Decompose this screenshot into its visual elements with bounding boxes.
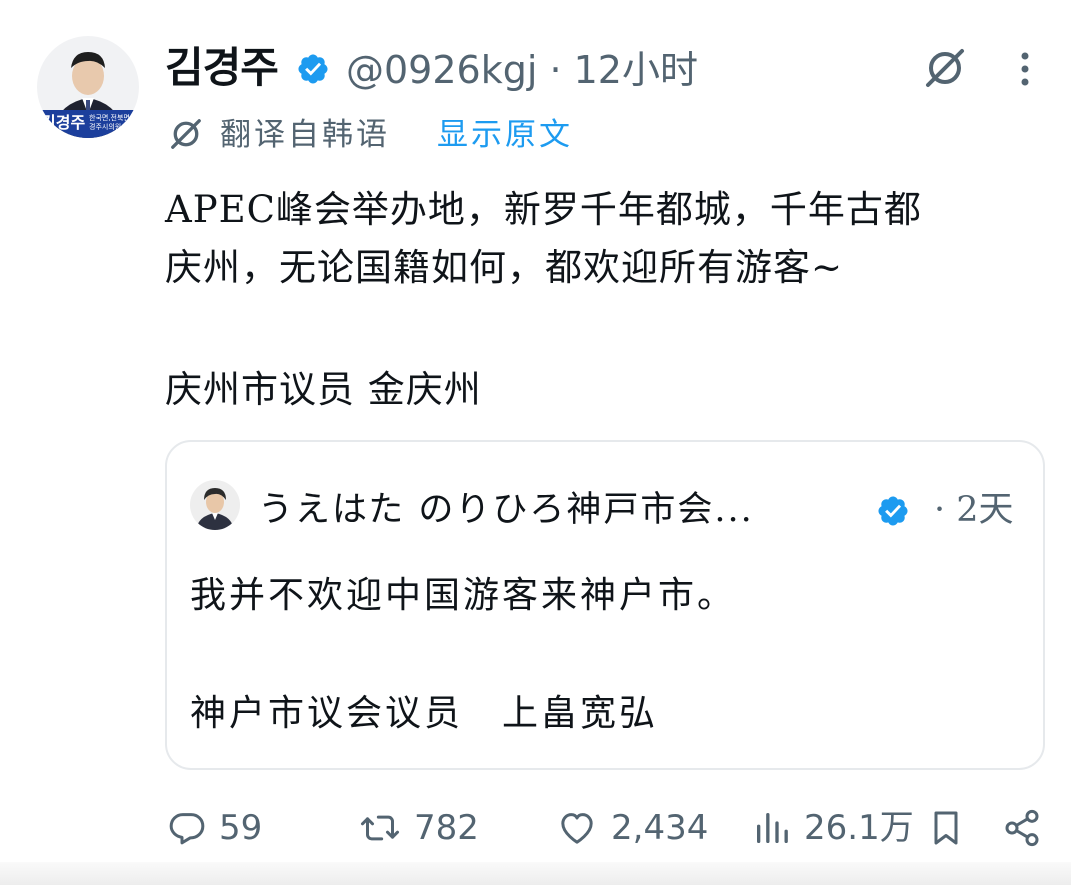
author-avatar[interactable]: 김경주 한국면,전북면 경주시의원: [37, 32, 139, 142]
grok-icon[interactable]: [922, 45, 968, 91]
bookmark-icon[interactable]: [926, 808, 966, 848]
reply-icon[interactable]: [167, 808, 207, 848]
like-count: 2,434: [611, 808, 709, 848]
tweet-signature: 庆州市议员 金庆州: [165, 368, 482, 411]
avatar-badge-subtext: 한국면,전북면 경주시의원: [89, 114, 130, 131]
author-name[interactable]: 김경주: [165, 38, 279, 98]
reply-count: 59: [219, 808, 263, 848]
translate-icon: [167, 115, 205, 153]
quoted-author-avatar[interactable]: [190, 480, 240, 530]
repost-icon[interactable]: [360, 808, 400, 848]
handle-and-time[interactable]: @0926kgj · 12小时: [346, 40, 698, 100]
verified-icon: [296, 52, 330, 86]
views-icon[interactable]: [752, 808, 792, 848]
share-icon[interactable]: [1002, 808, 1042, 848]
bottom-bar: [0, 862, 1071, 885]
quoted-text-line: 我并不欢迎中国游客来神户市。: [190, 575, 737, 616]
more-icon[interactable]: [1010, 48, 1040, 90]
quoted-signature: 神户市议会议员 上畠宽弘: [190, 693, 659, 734]
quoted-timestamp: · 2天: [934, 490, 1014, 530]
show-original-link[interactable]: 显示原文: [437, 112, 573, 158]
tweet-text-line: 庆州，无论国籍如何，都欢迎所有游客~: [165, 246, 844, 289]
quoted-author-name[interactable]: うえはた のりひろ神戸市会...: [258, 482, 754, 538]
avatar-badge-text: 김경주: [41, 113, 86, 132]
tweet-text-line: APEC峰会举办地，新罗千年都城，千年古都: [165, 188, 922, 231]
verified-icon: [876, 494, 910, 528]
repost-count: 782: [414, 808, 479, 848]
like-icon[interactable]: [557, 808, 597, 848]
translation-label: 翻译自韩语: [220, 117, 390, 153]
view-count: 26.1万: [804, 808, 914, 848]
